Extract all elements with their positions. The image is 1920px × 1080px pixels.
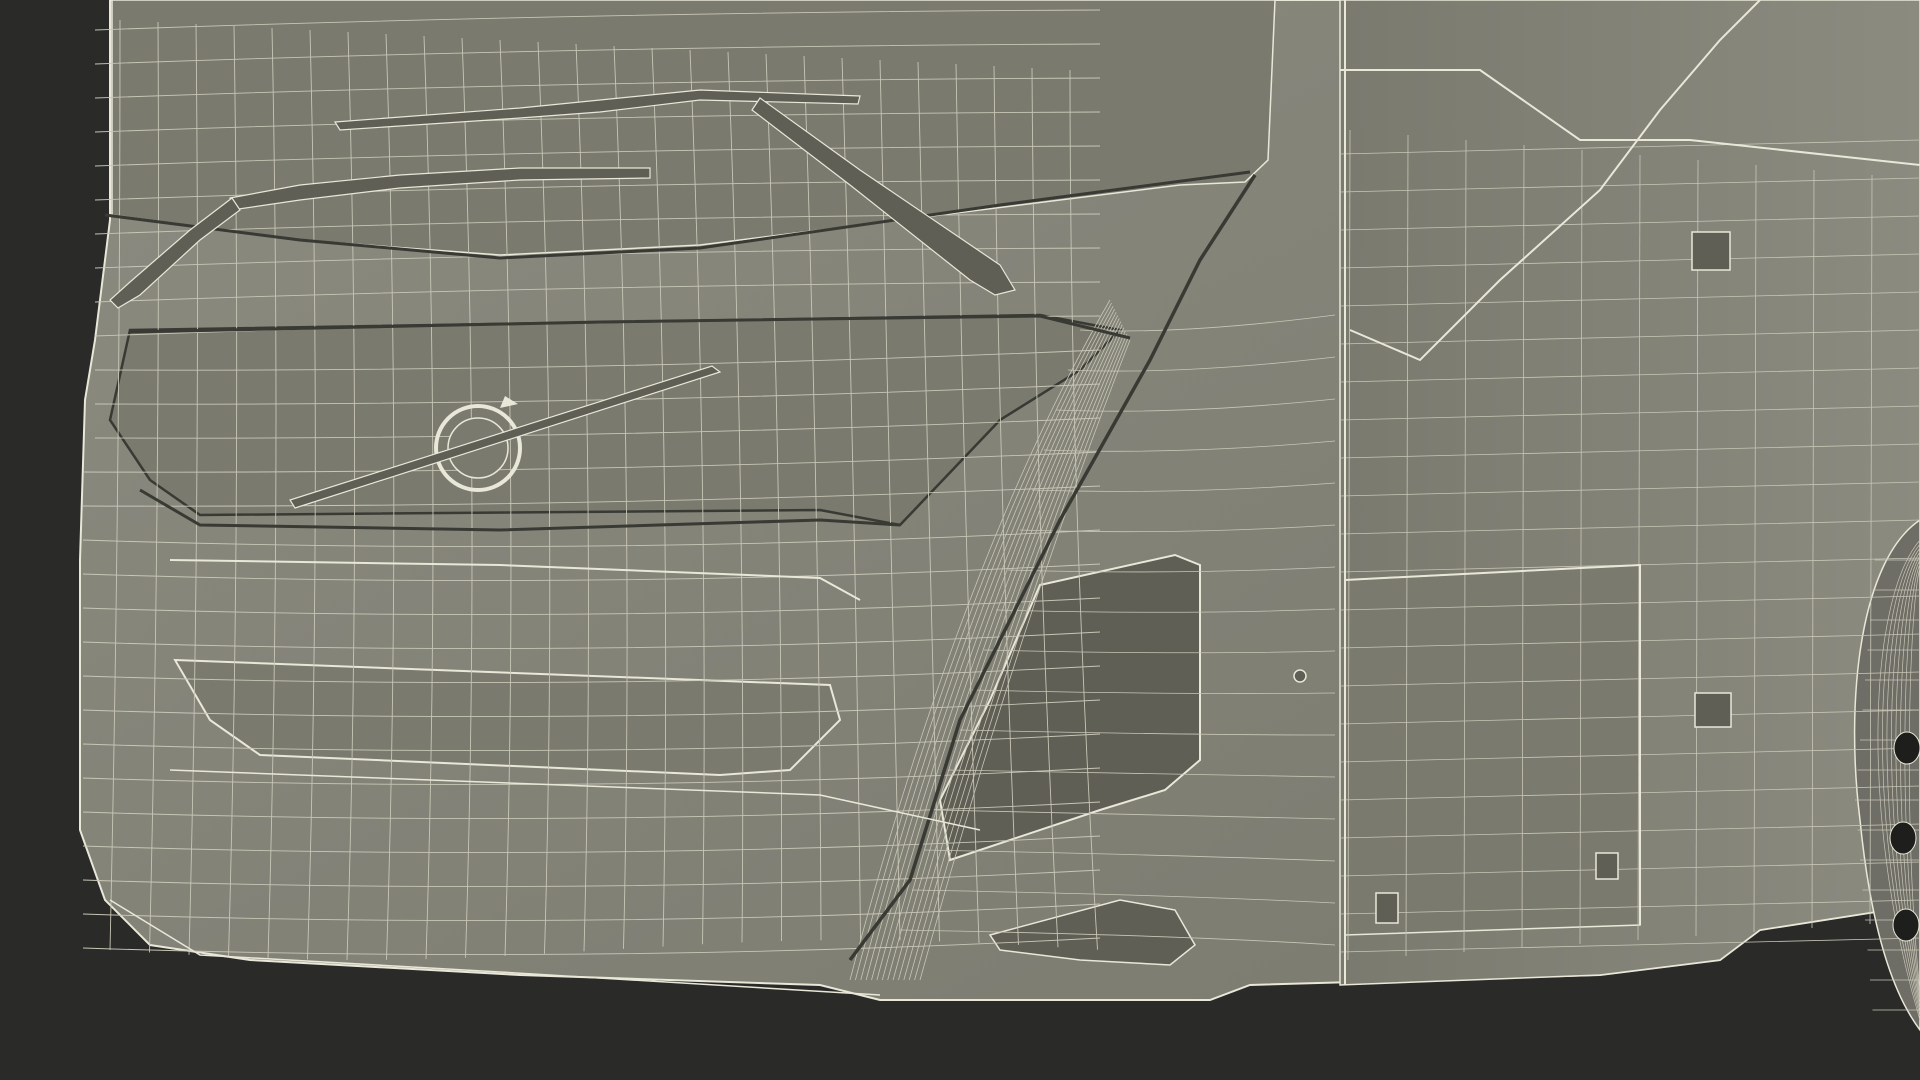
sensor-dot [1293,669,1307,683]
wheel-nut [1889,821,1917,855]
wheel-nut [1893,731,1920,765]
door-handle-upper [1595,852,1619,880]
side-vent [1694,692,1732,728]
door-handle-lower [1375,892,1399,924]
side-marker-light [1691,231,1731,271]
wheel-nut [1892,908,1920,942]
render-viewport[interactable] [0,0,1920,1080]
wireframe-render [0,0,1920,1080]
